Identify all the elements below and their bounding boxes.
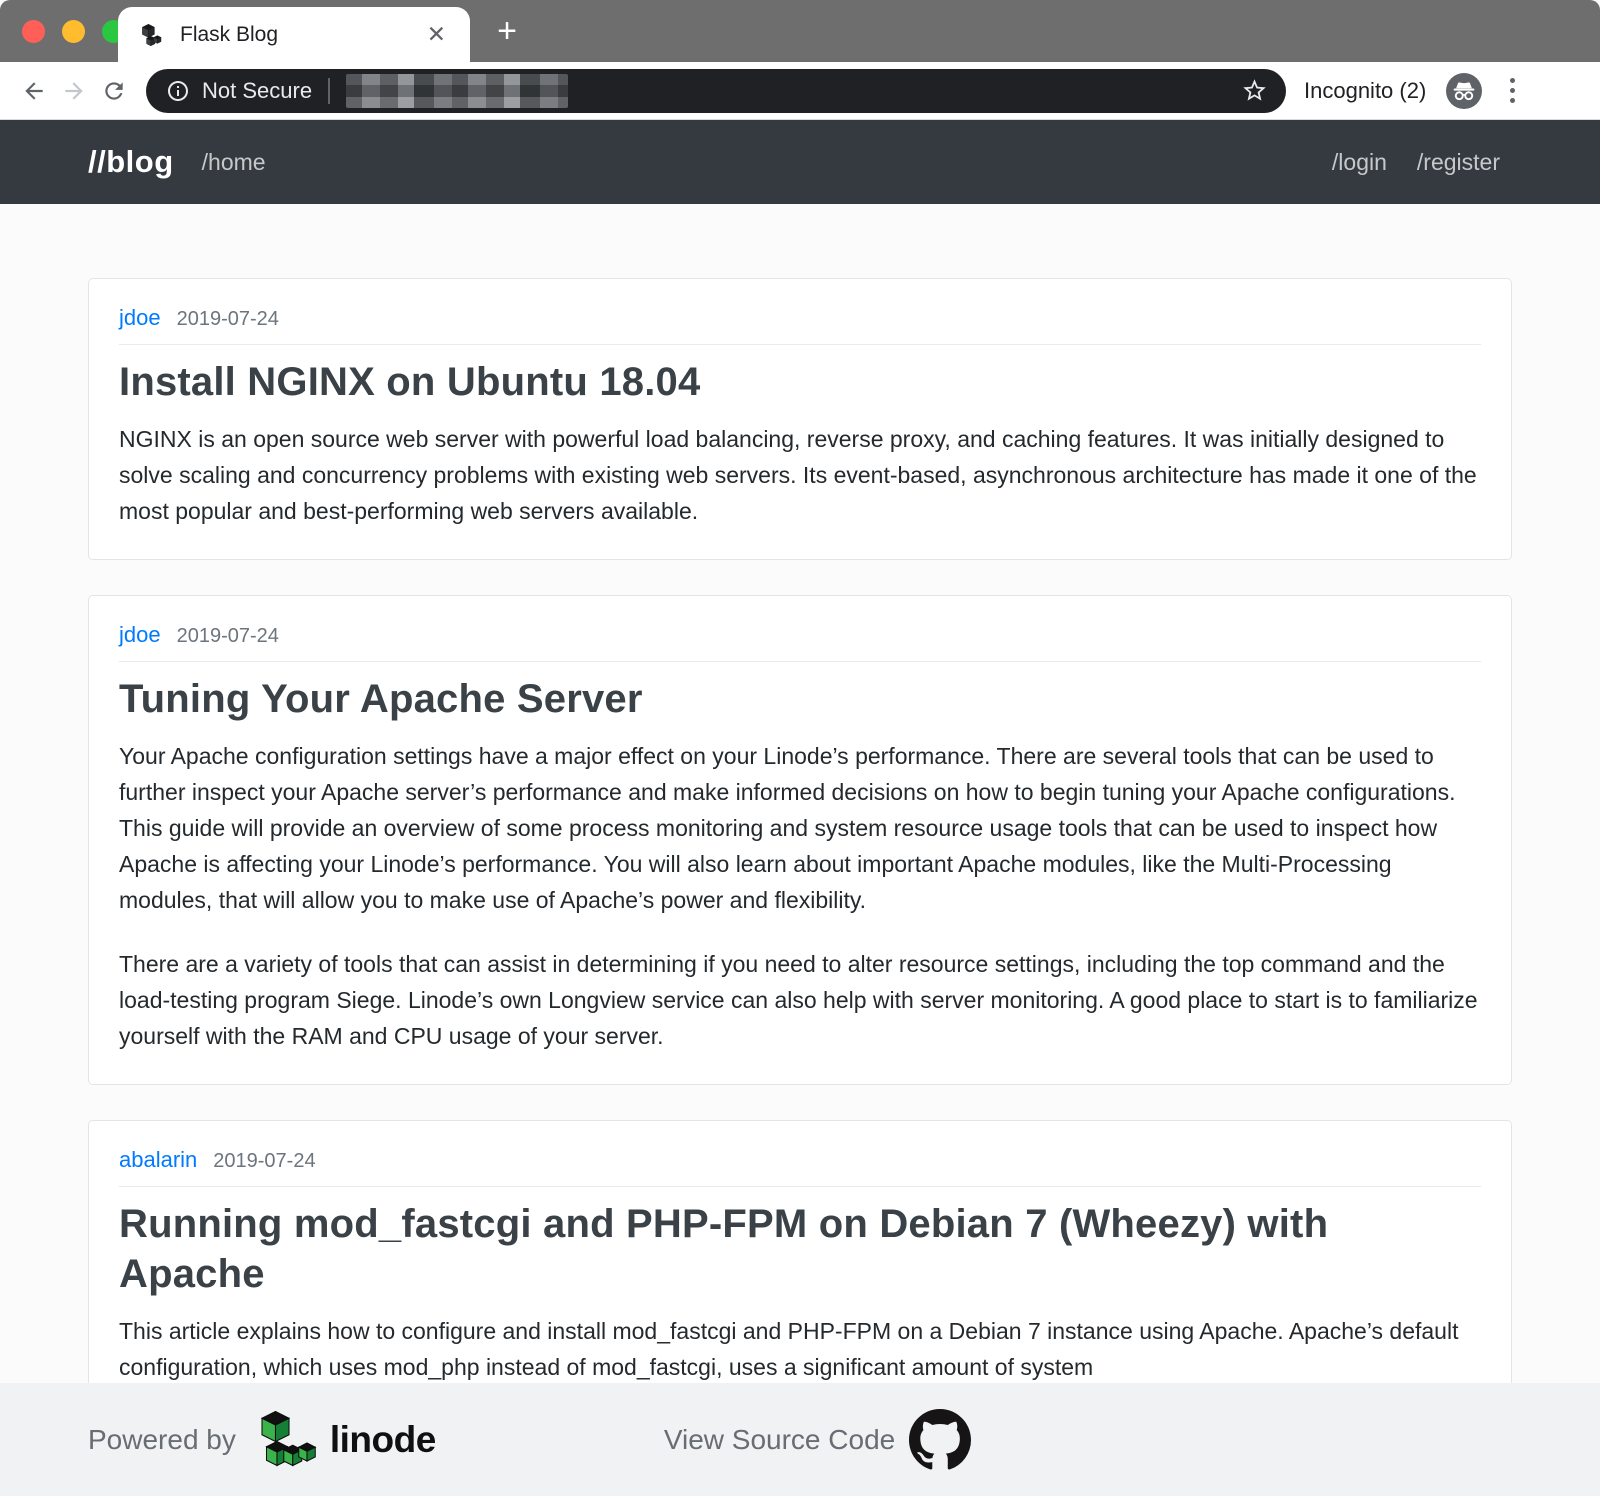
site-navbar: //blog /home /login /register	[0, 120, 1600, 204]
post-body: NGINX is an open source web server with …	[119, 421, 1481, 529]
meta-divider	[119, 344, 1481, 345]
post-author-link[interactable]: abalarin	[119, 1147, 197, 1173]
meta-divider	[119, 1186, 1481, 1187]
nav-link-home[interactable]: /home	[202, 149, 266, 176]
security-status-label: Not Secure	[202, 78, 312, 104]
incognito-avatar-icon[interactable]	[1446, 73, 1482, 109]
post-author-link[interactable]: jdoe	[119, 305, 161, 331]
tab-title: Flask Blog	[180, 23, 421, 47]
nav-link-login[interactable]: /login	[1332, 149, 1387, 176]
navbar-brand[interactable]: //blog	[88, 144, 174, 180]
site-favicon-icon	[140, 23, 164, 47]
post-author-link[interactable]: jdoe	[119, 622, 161, 648]
back-arrow-icon	[21, 78, 47, 104]
post-paragraph: This article explains how to configure a…	[119, 1313, 1481, 1385]
incognito-count-label: Incognito (2)	[1304, 78, 1426, 104]
page-info-icon[interactable]	[166, 79, 190, 103]
minimize-window-button[interactable]	[62, 20, 85, 43]
post-title: Tuning Your Apache Server	[119, 674, 1481, 724]
forward-button[interactable]	[54, 71, 94, 111]
view-source-link[interactable]: View Source Code	[664, 1424, 895, 1456]
bookmark-star-icon[interactable]	[1241, 77, 1268, 104]
nav-link-register[interactable]: /register	[1417, 149, 1500, 176]
back-button[interactable]	[14, 71, 54, 111]
close-window-button[interactable]	[22, 20, 45, 43]
linode-logo-icon[interactable]	[258, 1410, 320, 1470]
post-card: jdoe 2019-07-24 Tuning Your Apache Serve…	[88, 595, 1512, 1085]
new-tab-button[interactable]: +	[490, 16, 524, 50]
page-footer: Powered by linode View Source Code	[0, 1383, 1600, 1496]
browser-frame: Flask Blog ✕ +	[0, 0, 1600, 62]
url-separator	[328, 78, 330, 104]
post-title: Install NGINX on Ubuntu 18.04	[119, 357, 1481, 407]
post-body: This article explains how to configure a…	[119, 1313, 1481, 1385]
forward-arrow-icon	[61, 78, 87, 104]
post-paragraph: NGINX is an open source web server with …	[119, 421, 1481, 529]
linode-wordmark[interactable]: linode	[330, 1419, 436, 1461]
post-body: Your Apache configuration settings have …	[119, 738, 1481, 1054]
post-paragraph: Your Apache configuration settings have …	[119, 738, 1481, 918]
browser-toolbar: Not Secure Incognito (2)	[0, 62, 1600, 120]
address-bar[interactable]: Not Secure	[146, 69, 1286, 113]
post-date: 2019-07-24	[177, 308, 279, 331]
powered-by-label: Powered by	[88, 1424, 236, 1456]
post-paragraph: There are a variety of tools that can as…	[119, 946, 1481, 1054]
post-feed: jdoe 2019-07-24 Install NGINX on Ubuntu …	[0, 204, 1600, 1416]
browser-tab[interactable]: Flask Blog ✕	[118, 7, 470, 62]
post-date: 2019-07-24	[177, 625, 279, 648]
window-controls	[22, 20, 125, 43]
blurred-url	[346, 74, 568, 108]
reload-button[interactable]	[94, 71, 134, 111]
post-date: 2019-07-24	[213, 1150, 315, 1173]
browser-menu-button[interactable]	[1502, 74, 1523, 107]
post-title: Running mod_fastcgi and PHP-FPM on Debia…	[119, 1199, 1481, 1299]
tab-close-icon[interactable]: ✕	[421, 19, 452, 50]
meta-divider	[119, 661, 1481, 662]
post-card: jdoe 2019-07-24 Install NGINX on Ubuntu …	[88, 278, 1512, 560]
github-logo-icon[interactable]	[909, 1409, 971, 1471]
reload-icon	[101, 78, 127, 104]
post-card: abalarin 2019-07-24 Running mod_fastcgi …	[88, 1120, 1512, 1416]
